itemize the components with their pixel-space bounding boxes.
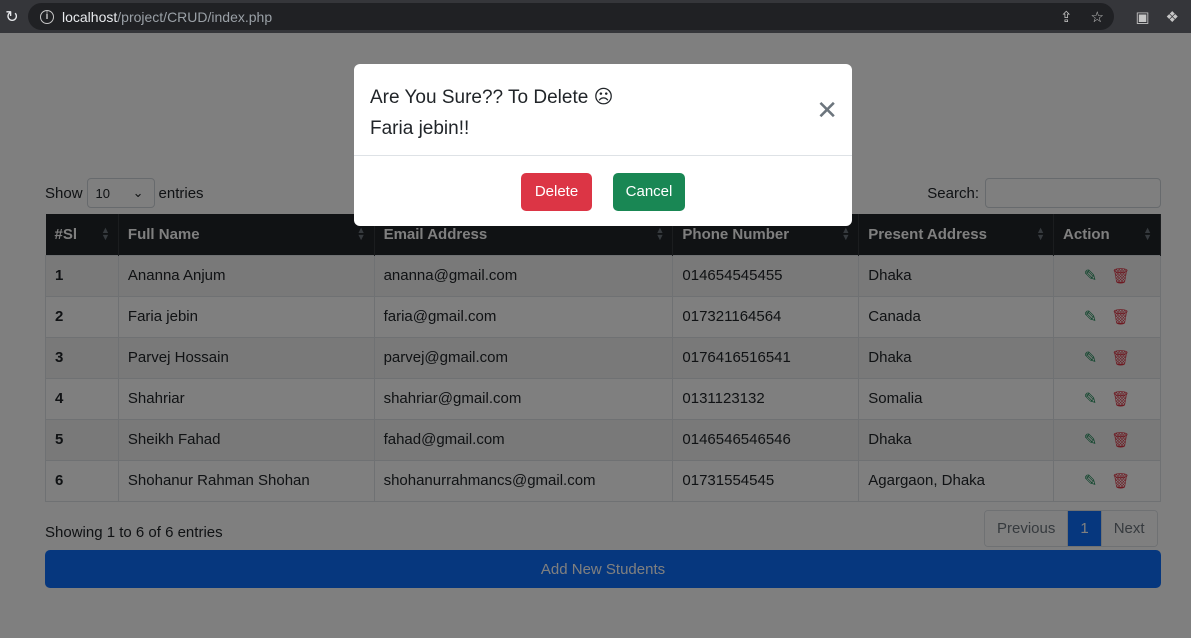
site-info-icon[interactable]: i xyxy=(40,9,54,24)
modal-header: Are You Sure?? To Delete ☹ Faria jebin!!… xyxy=(354,64,852,156)
delete-confirm-modal: Are You Sure?? To Delete ☹ Faria jebin!!… xyxy=(354,64,852,226)
reload-icon[interactable]: ↻ xyxy=(0,0,24,33)
modal-title-line2: Faria jebin!! xyxy=(370,118,470,139)
share-icon[interactable]: ⇪ xyxy=(1060,8,1073,26)
cancel-button[interactable]: Cancel xyxy=(613,172,685,211)
browser-toolbar: ↻ i localhost/project/CRUD/index.php ⇪ ☆… xyxy=(0,0,1191,33)
camera-icon[interactable]: ▣ xyxy=(1135,8,1149,26)
modal-title: Are You Sure?? To Delete ☹ Faria jebin!! xyxy=(370,82,613,144)
modal-footer: Delete Cancel xyxy=(354,157,852,226)
url-host: localhost xyxy=(62,8,118,25)
delete-button[interactable]: Delete xyxy=(521,172,592,211)
modal-title-line1: Are You Sure?? To Delete ☹ xyxy=(370,87,614,108)
close-icon[interactable]: ✕ xyxy=(816,97,838,123)
url-path: /project/CRUD/index.php xyxy=(117,8,273,25)
address-bar[interactable]: i localhost/project/CRUD/index.php ⇪ ☆ xyxy=(28,3,1114,30)
extensions-puzzle-icon[interactable]: ❖ xyxy=(1166,8,1179,26)
bookmark-star-icon[interactable]: ☆ xyxy=(1091,8,1104,26)
